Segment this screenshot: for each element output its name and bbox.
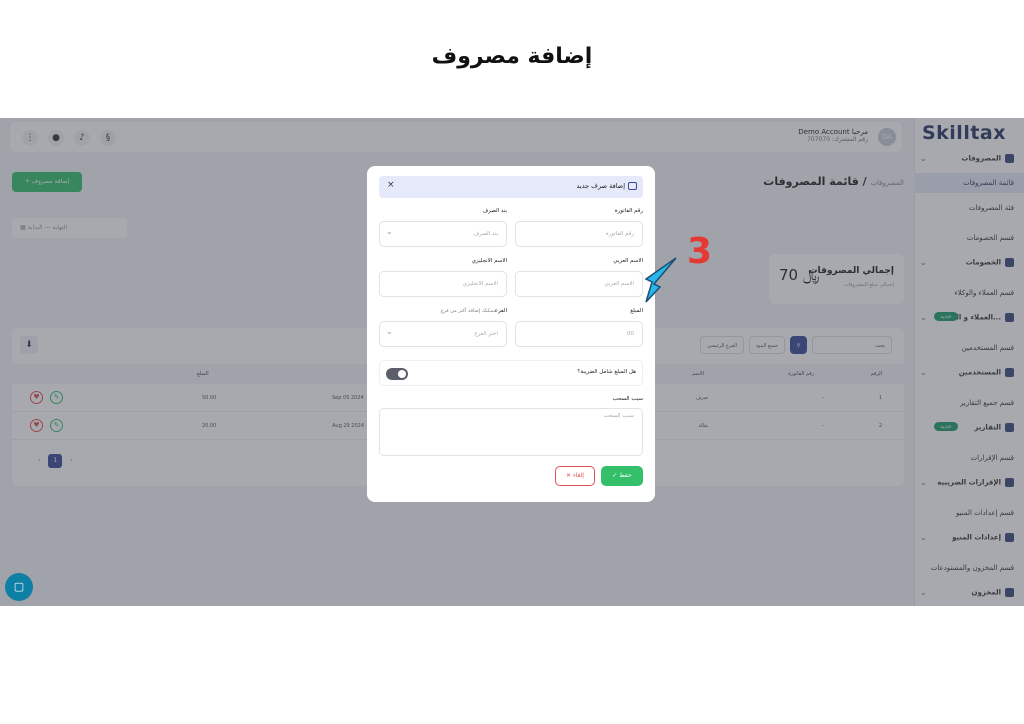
save-button[interactable]: ✓ حفظ <box>601 466 643 486</box>
step-number: 3 <box>687 231 713 272</box>
cancel-button[interactable]: ✕ إلغاء <box>555 466 595 486</box>
modal-title: إضافة صرف جديد <box>576 182 637 190</box>
amount-label: المبلغ <box>630 308 643 314</box>
app-screenshot: Skilltax ⌄ المصروفات قائمة المصروفات فئة … <box>0 118 1024 606</box>
tax-included-toggle[interactable] <box>386 368 408 380</box>
invoice-number-label: رقم الفاتورة <box>614 208 643 214</box>
arabic-name-field[interactable]: الاسم العربي <box>515 271 643 297</box>
invoice-number-field[interactable]: رقم الفاتورة <box>515 221 643 247</box>
arrow-shape <box>644 257 677 303</box>
close-icon[interactable]: × <box>387 180 395 190</box>
pointer-arrow-icon <box>644 257 677 303</box>
modal-header: × إضافة صرف جديد <box>379 176 643 198</box>
tax-included-row: هل المبلغ شامل الضريبة؟ <box>379 360 643 386</box>
reason-label: سبب السحب <box>612 396 643 402</box>
branch-select[interactable]: اختر الفرع <box>379 321 507 347</box>
amount-field[interactable]: 00 <box>515 321 643 347</box>
branch-label: الفرعيمكنك إضافة أكثر من فرع <box>440 308 507 314</box>
receipt-icon <box>628 182 637 190</box>
tax-included-label: هل المبلغ شامل الضريبة؟ <box>577 369 636 375</box>
add-expense-modal: × إضافة صرف جديد رقم الفاتورة بند الصرف … <box>367 166 655 502</box>
reason-textarea[interactable]: سبب السحب <box>379 408 643 456</box>
english-name-label: الاسم الانجليزي <box>471 258 507 264</box>
arabic-name-label: الاسم العربي <box>613 258 643 264</box>
expense-item-select[interactable]: بند الصرف <box>379 221 507 247</box>
english-name-field[interactable]: الاسم الانجليزي <box>379 271 507 297</box>
expense-item-label: بند الصرف <box>482 208 507 214</box>
page-heading: إضافة مصروف <box>431 44 593 69</box>
chat-icon[interactable]: ▢ <box>5 573 33 601</box>
